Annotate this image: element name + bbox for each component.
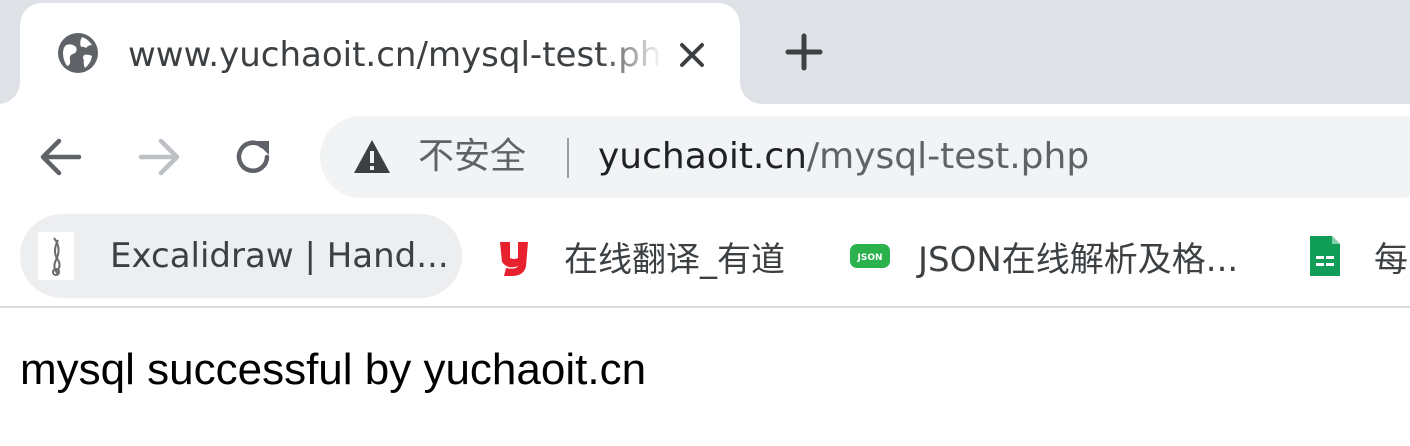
bookmark-youdao[interactable]: 在线翻译_有道 bbox=[496, 214, 785, 298]
bookmark-label: 每 bbox=[1374, 239, 1408, 280]
excalidraw-icon bbox=[38, 232, 74, 280]
back-button[interactable] bbox=[36, 132, 86, 182]
svg-text:JSON: JSON bbox=[856, 253, 882, 263]
tab-title: www.yuchaoit.cn/mysql-test.php bbox=[128, 35, 663, 75]
globe-icon bbox=[56, 31, 100, 75]
page-body-text: mysql successful by yuchaoit.cn bbox=[20, 345, 647, 394]
sheets-icon bbox=[1308, 236, 1344, 276]
page-content: mysql successful by yuchaoit.cn bbox=[0, 308, 1410, 446]
bookmark-label: Excalidraw | Hand... bbox=[110, 236, 449, 276]
json-icon: JSON bbox=[850, 238, 890, 274]
bookmark-label: 在线翻译_有道 bbox=[564, 239, 785, 280]
arrow-left-icon bbox=[40, 138, 82, 176]
browser-toolbar: 不安全 yuchaoit.cn/mysql-test.php bbox=[0, 104, 1410, 210]
warning-triangle-icon[interactable] bbox=[352, 138, 392, 176]
youdao-icon bbox=[496, 238, 532, 276]
reload-button[interactable] bbox=[228, 132, 278, 182]
bookmark-excalidraw[interactable]: Excalidraw | Hand... bbox=[20, 214, 462, 298]
close-icon[interactable] bbox=[672, 35, 712, 75]
address-bar[interactable]: 不安全 yuchaoit.cn/mysql-test.php bbox=[320, 116, 1410, 198]
url-text[interactable]: yuchaoit.cn/mysql-test.php bbox=[598, 134, 1089, 180]
bookmarks-bar: Excalidraw | Hand... 在线翻译_有道 JSON JSON在线… bbox=[0, 210, 1410, 308]
plus-icon bbox=[785, 33, 823, 71]
bookmark-sheets[interactable]: 每 bbox=[1308, 214, 1408, 298]
arrow-right-icon bbox=[138, 138, 180, 176]
new-tab-button[interactable] bbox=[780, 28, 828, 76]
omnibox-divider bbox=[567, 138, 569, 178]
browser-tab[interactable]: www.yuchaoit.cn/mysql-test.php bbox=[20, 3, 740, 104]
url-path: /mysql-test.php bbox=[807, 136, 1090, 177]
url-host: yuchaoit.cn bbox=[598, 136, 807, 177]
security-label[interactable]: 不安全 bbox=[418, 134, 526, 180]
tab-strip: www.yuchaoit.cn/mysql-test.php bbox=[0, 0, 1410, 104]
reload-icon bbox=[236, 140, 270, 173]
bookmark-label: JSON在线解析及格... bbox=[918, 239, 1239, 280]
forward-button[interactable] bbox=[134, 132, 184, 182]
bookmark-json[interactable]: JSON JSON在线解析及格... bbox=[850, 214, 1238, 298]
